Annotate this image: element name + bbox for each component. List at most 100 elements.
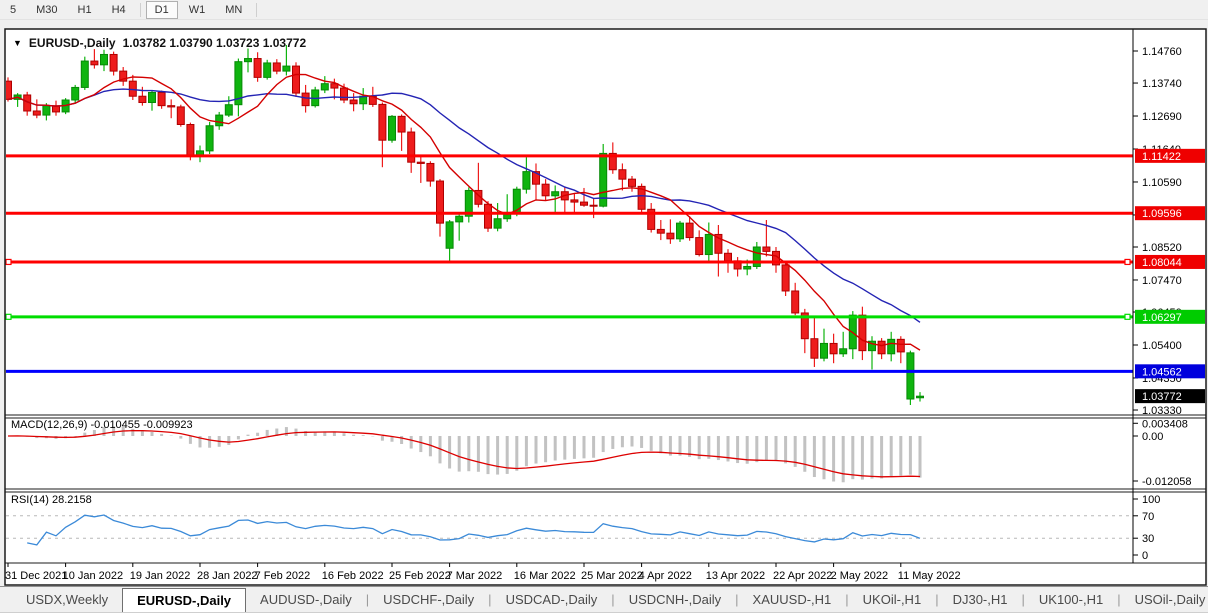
candle-body [811, 339, 818, 358]
chart-surface[interactable]: 1.147601.137401.126901.116401.105901.095… [0, 0, 1208, 613]
macd-header: MACD(12,26,9) -0.010455 -0.009923 [11, 419, 193, 431]
timeframe-button-5[interactable]: 5 [1, 1, 25, 19]
candle-body [254, 59, 261, 78]
current-price-badge: 1.03772 [1135, 389, 1205, 403]
hline-handle[interactable] [1125, 314, 1130, 319]
chart-tab-usdcad-daily[interactable]: USDCAD-,Daily [492, 587, 612, 612]
candle-body [753, 247, 760, 266]
chart-tab-dj30-h1[interactable]: DJ30-,H1 [939, 587, 1022, 612]
candle-body [840, 349, 847, 354]
candle-body [552, 192, 559, 196]
candle-body [91, 61, 98, 65]
candle-body [542, 184, 549, 196]
candle-body [437, 181, 444, 223]
candle-body [33, 111, 40, 115]
candle-body [81, 61, 88, 87]
chart-tab-usdx-weekly[interactable]: USDX,Weekly [12, 587, 122, 612]
candle-body [139, 96, 146, 102]
time-tick-label: 10 Jan 2022 [63, 570, 124, 582]
candle-body [917, 396, 924, 398]
svg-text:1.04562: 1.04562 [1142, 366, 1182, 378]
candle-body [225, 105, 232, 115]
chart-symbol-label: EURUSD-,Daily [29, 36, 116, 50]
chart-tab-usdcnh-daily[interactable]: USDCNH-,Daily [615, 587, 735, 612]
rsi-axis-label: 0 [1142, 550, 1148, 562]
candle-body [619, 170, 626, 179]
candle-body [264, 63, 271, 77]
macd-name: MACD(12,26,9) [11, 419, 87, 431]
time-tick-label: 11 May 2022 [898, 570, 961, 582]
price-tick-label: 1.08520 [1142, 242, 1182, 254]
price-badge-support-blue: 1.04562 [1135, 364, 1205, 378]
time-tick-label: 19 Jan 2022 [130, 570, 191, 582]
candle-body [293, 66, 300, 93]
price-tick-label: 1.07470 [1142, 275, 1182, 287]
time-tick-label: 16 Feb 2022 [322, 570, 384, 582]
candle-body [878, 341, 885, 354]
candle-body [245, 59, 252, 62]
rsi-axis-label: 30 [1142, 533, 1154, 545]
chart-tab-audusd-daily[interactable]: AUDUSD-,Daily [246, 587, 366, 612]
price-badge-resistance-2: 1.09596 [1135, 206, 1205, 220]
hline-handle[interactable] [1125, 259, 1130, 264]
candle-body [177, 107, 184, 125]
timeframe-button-w1[interactable]: W1 [180, 1, 215, 19]
candle-body [581, 202, 588, 205]
timeframe-button-d1[interactable]: D1 [146, 1, 178, 19]
candle-body [341, 88, 348, 100]
timeframe-button-h1[interactable]: H1 [69, 1, 101, 19]
time-tick-label: 22 Apr 2022 [773, 570, 832, 582]
price-badge-support-green: 1.06297 [1135, 310, 1205, 324]
price-tick-label: 1.05400 [1142, 340, 1182, 352]
candle-body [408, 132, 415, 162]
price-tick-label: 1.12690 [1142, 111, 1182, 123]
candle-body [206, 126, 213, 151]
candle-body [494, 219, 501, 228]
hline-handle[interactable] [6, 259, 11, 264]
candle-body [379, 104, 386, 140]
candle-body [110, 54, 117, 71]
hline-handle[interactable] [6, 314, 11, 319]
chart-tab-usoil-daily[interactable]: USOil-,Daily [1121, 587, 1208, 612]
timeframe-button-mn[interactable]: MN [216, 1, 251, 19]
time-tick-label: 25 Mar 2022 [581, 570, 643, 582]
candle-body [72, 87, 79, 100]
macd-axis-label: 0.00 [1142, 431, 1163, 443]
chart-tab-ukoil-h1[interactable]: UKOil-,H1 [849, 587, 936, 612]
svg-text:1.08044: 1.08044 [1142, 257, 1182, 269]
timeframe-button-m30[interactable]: M30 [27, 1, 66, 19]
chart-window-background [5, 29, 1206, 585]
candle-body [321, 84, 328, 90]
macd-signal-value: -0.009923 [143, 419, 193, 431]
chart-tab-uk100-h1[interactable]: UK100-,H1 [1025, 587, 1117, 612]
candle-body [744, 266, 751, 269]
candle-body [350, 100, 357, 104]
symbol-dropdown-icon[interactable]: ▼ [13, 38, 22, 48]
price-tick-label: 1.14760 [1142, 46, 1182, 58]
chart-tab-xauusd-h1[interactable]: XAUUSD-,H1 [739, 587, 846, 612]
candle-body [686, 223, 693, 237]
macd-main-value: -0.010455 [90, 419, 140, 431]
candle-body [792, 291, 799, 313]
time-tick-label: 28 Jan 2022 [197, 570, 258, 582]
chart-tab-eurusd-daily[interactable]: EURUSD-,Daily [122, 588, 246, 612]
time-tick-label: 25 Feb 2022 [389, 570, 451, 582]
candle-body [629, 179, 636, 186]
candle-body [427, 163, 434, 181]
candle-body [677, 223, 684, 239]
toolbar-separator [256, 3, 257, 17]
candle-body [168, 106, 175, 107]
time-tick-label: 13 Apr 2022 [706, 570, 765, 582]
chart-title: ▼ EURUSD-,Daily 1.03782 1.03790 1.03723 … [13, 36, 306, 50]
chart-tab-usdchf-daily[interactable]: USDCHF-,Daily [369, 587, 488, 612]
timeframe-button-h4[interactable]: H4 [103, 1, 135, 19]
candle-body [398, 116, 405, 132]
candle-body [283, 66, 290, 71]
candle-body [456, 216, 463, 222]
candle-body [821, 343, 828, 358]
chart-ohlc-values: 1.03782 1.03790 1.03723 1.03772 [123, 36, 307, 50]
price-tick-label: 1.13740 [1142, 78, 1182, 90]
candle-body [830, 343, 837, 353]
candle-body [725, 253, 732, 261]
candle-body [446, 222, 453, 248]
